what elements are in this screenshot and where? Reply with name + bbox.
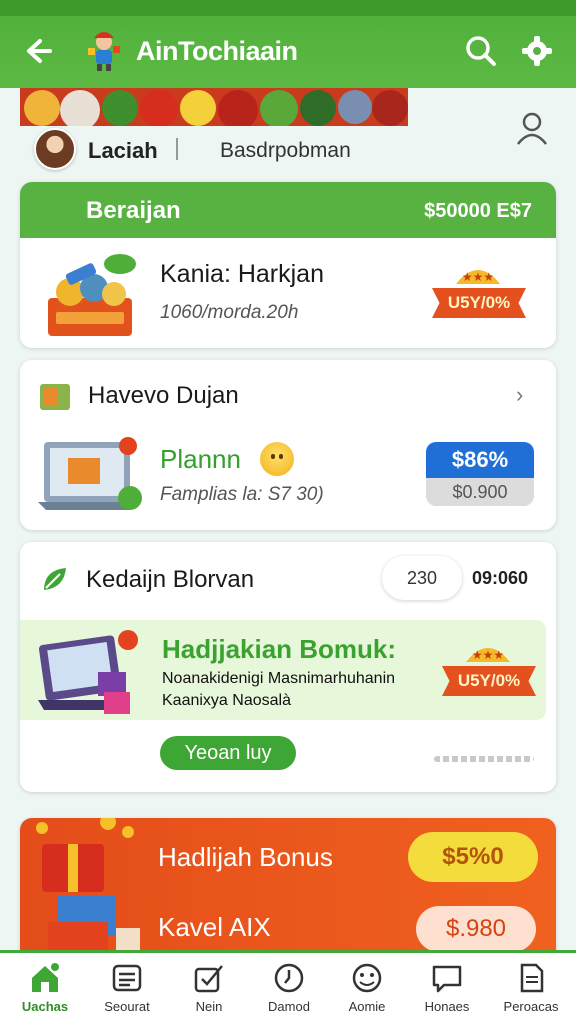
- laptop-gifts-icon: [36, 626, 146, 726]
- promo-discount-ribbon: ★★★ U5Y/0%: [442, 640, 536, 704]
- product-subtitle: Famplias la: S7 30): [160, 484, 324, 505]
- promo-section-title: Kedaijn Blorvan: [86, 566, 255, 593]
- bonus-subtitle: Kavel AIX: [158, 912, 271, 942]
- bottom-navigation: Uachas Seourat Nein Damod Aomie Honaes P…: [0, 950, 576, 1024]
- edit-check-icon: [194, 965, 223, 993]
- featured-item-subtitle: 1060/morda.20h: [160, 302, 299, 323]
- nav-label: Peroacas: [503, 999, 559, 1014]
- stars-icon: ★★★: [456, 270, 500, 284]
- avatar[interactable]: [34, 128, 76, 170]
- profile-divider: [176, 138, 178, 160]
- nav-item-list[interactable]: Seourat: [86, 961, 168, 1023]
- nav-item-edit[interactable]: Nein: [168, 961, 250, 1023]
- featured-card[interactable]: Beraijan $50000 E$7 Kania: Harkjan 1060/…: [20, 182, 556, 348]
- product-section-title: Havevo Dujan: [88, 382, 239, 409]
- nav-label: Aomie: [348, 999, 386, 1014]
- search-icon[interactable]: [464, 34, 498, 68]
- nav-item-chat[interactable]: Honaes: [406, 961, 488, 1023]
- nav-label: Seourat: [104, 999, 150, 1014]
- bonus-secondary-price-button[interactable]: $.980: [416, 906, 536, 952]
- document-icon: [520, 963, 544, 993]
- nav-item-home[interactable]: Uachas: [4, 961, 86, 1023]
- price-button[interactable]: $86%: [426, 442, 534, 478]
- promo-card[interactable]: Kedaijn Blorvan 230 09:060 Hadjjakian Bo…: [20, 542, 556, 792]
- laptop-icon: [38, 436, 148, 520]
- promo-description-line-2: Kaanixya Naosalà: [162, 692, 291, 709]
- clock-icon: [274, 963, 304, 993]
- profile-name: Laciah: [88, 138, 158, 163]
- promo-ribbon-label: U5Y/0%: [442, 666, 536, 696]
- box-icon: [38, 380, 72, 412]
- back-arrow-icon[interactable]: [20, 34, 54, 68]
- status-strip: [0, 0, 576, 16]
- gear-icon[interactable]: [520, 34, 554, 68]
- promo-action-button[interactable]: Yeoan luy: [160, 736, 296, 770]
- bonus-title: Hadlijah Bonus: [158, 842, 333, 872]
- bonus-price-button[interactable]: $5%0: [408, 832, 538, 882]
- app-logo-icon: [82, 28, 126, 72]
- promo-description-line-1: Noanakidenigi Masnimarhuhanin: [162, 670, 396, 687]
- nav-label: Uachas: [21, 999, 69, 1014]
- nav-label: Damod: [268, 999, 310, 1014]
- svg-text:★★★: ★★★: [462, 270, 494, 284]
- nav-item-social[interactable]: Aomie: [326, 961, 408, 1023]
- bonus-card[interactable]: Hadlijah Bonus Kavel AIX $5%0 $.980: [20, 818, 556, 958]
- featured-card-value: $50000 E$7: [424, 200, 532, 222]
- featured-item-title: Kania: Harkjan: [160, 260, 324, 288]
- nav-label: Honaes: [424, 999, 470, 1014]
- profile-row: Laciah Basdrpobman: [0, 124, 576, 180]
- app-title: AinTochiaain: [136, 36, 298, 66]
- product-title: Plannn: [160, 444, 241, 474]
- featured-card-title: Beraijan: [86, 197, 181, 224]
- gift-boxes-icon: [28, 818, 146, 958]
- nav-label: Nein: [195, 999, 223, 1014]
- chat-icon: [432, 965, 462, 993]
- promo-title: Hadjjakian Bomuk:: [162, 634, 397, 664]
- featured-card-header: Beraijan $50000 E$7: [20, 182, 556, 238]
- user-profile-icon[interactable]: [514, 110, 550, 146]
- countdown-timer: 09:060: [472, 568, 529, 588]
- chevron-right-icon[interactable]: ›: [516, 382, 523, 408]
- product-card[interactable]: Havevo Dujan › Plannn Famplias la: S7 30…: [20, 360, 556, 530]
- food-banner-image: [20, 88, 408, 126]
- nav-item-document[interactable]: Peroacas: [490, 961, 572, 1023]
- discount-ribbon: ★★★ U5Y/0%: [432, 262, 526, 326]
- faint-link: [434, 756, 534, 762]
- smiley-icon: [260, 442, 294, 476]
- nav-item-clock[interactable]: Damod: [248, 961, 330, 1023]
- top-app-bar: AinTochiaain: [0, 0, 576, 88]
- home-icon: [32, 963, 59, 992]
- profile-subtitle: Basdrpobman: [220, 139, 351, 162]
- leaf-icon: [40, 564, 70, 594]
- gift-basket-icon: [42, 254, 138, 338]
- social-icon: [352, 963, 382, 993]
- list-icon: [112, 964, 142, 992]
- count-pill[interactable]: 230: [382, 556, 462, 600]
- old-price: $0.900: [426, 478, 534, 506]
- stars-icon: ★★★: [466, 648, 510, 662]
- discount-ribbon-label: U5Y/0%: [432, 288, 526, 318]
- svg-text:★★★: ★★★: [472, 648, 504, 662]
